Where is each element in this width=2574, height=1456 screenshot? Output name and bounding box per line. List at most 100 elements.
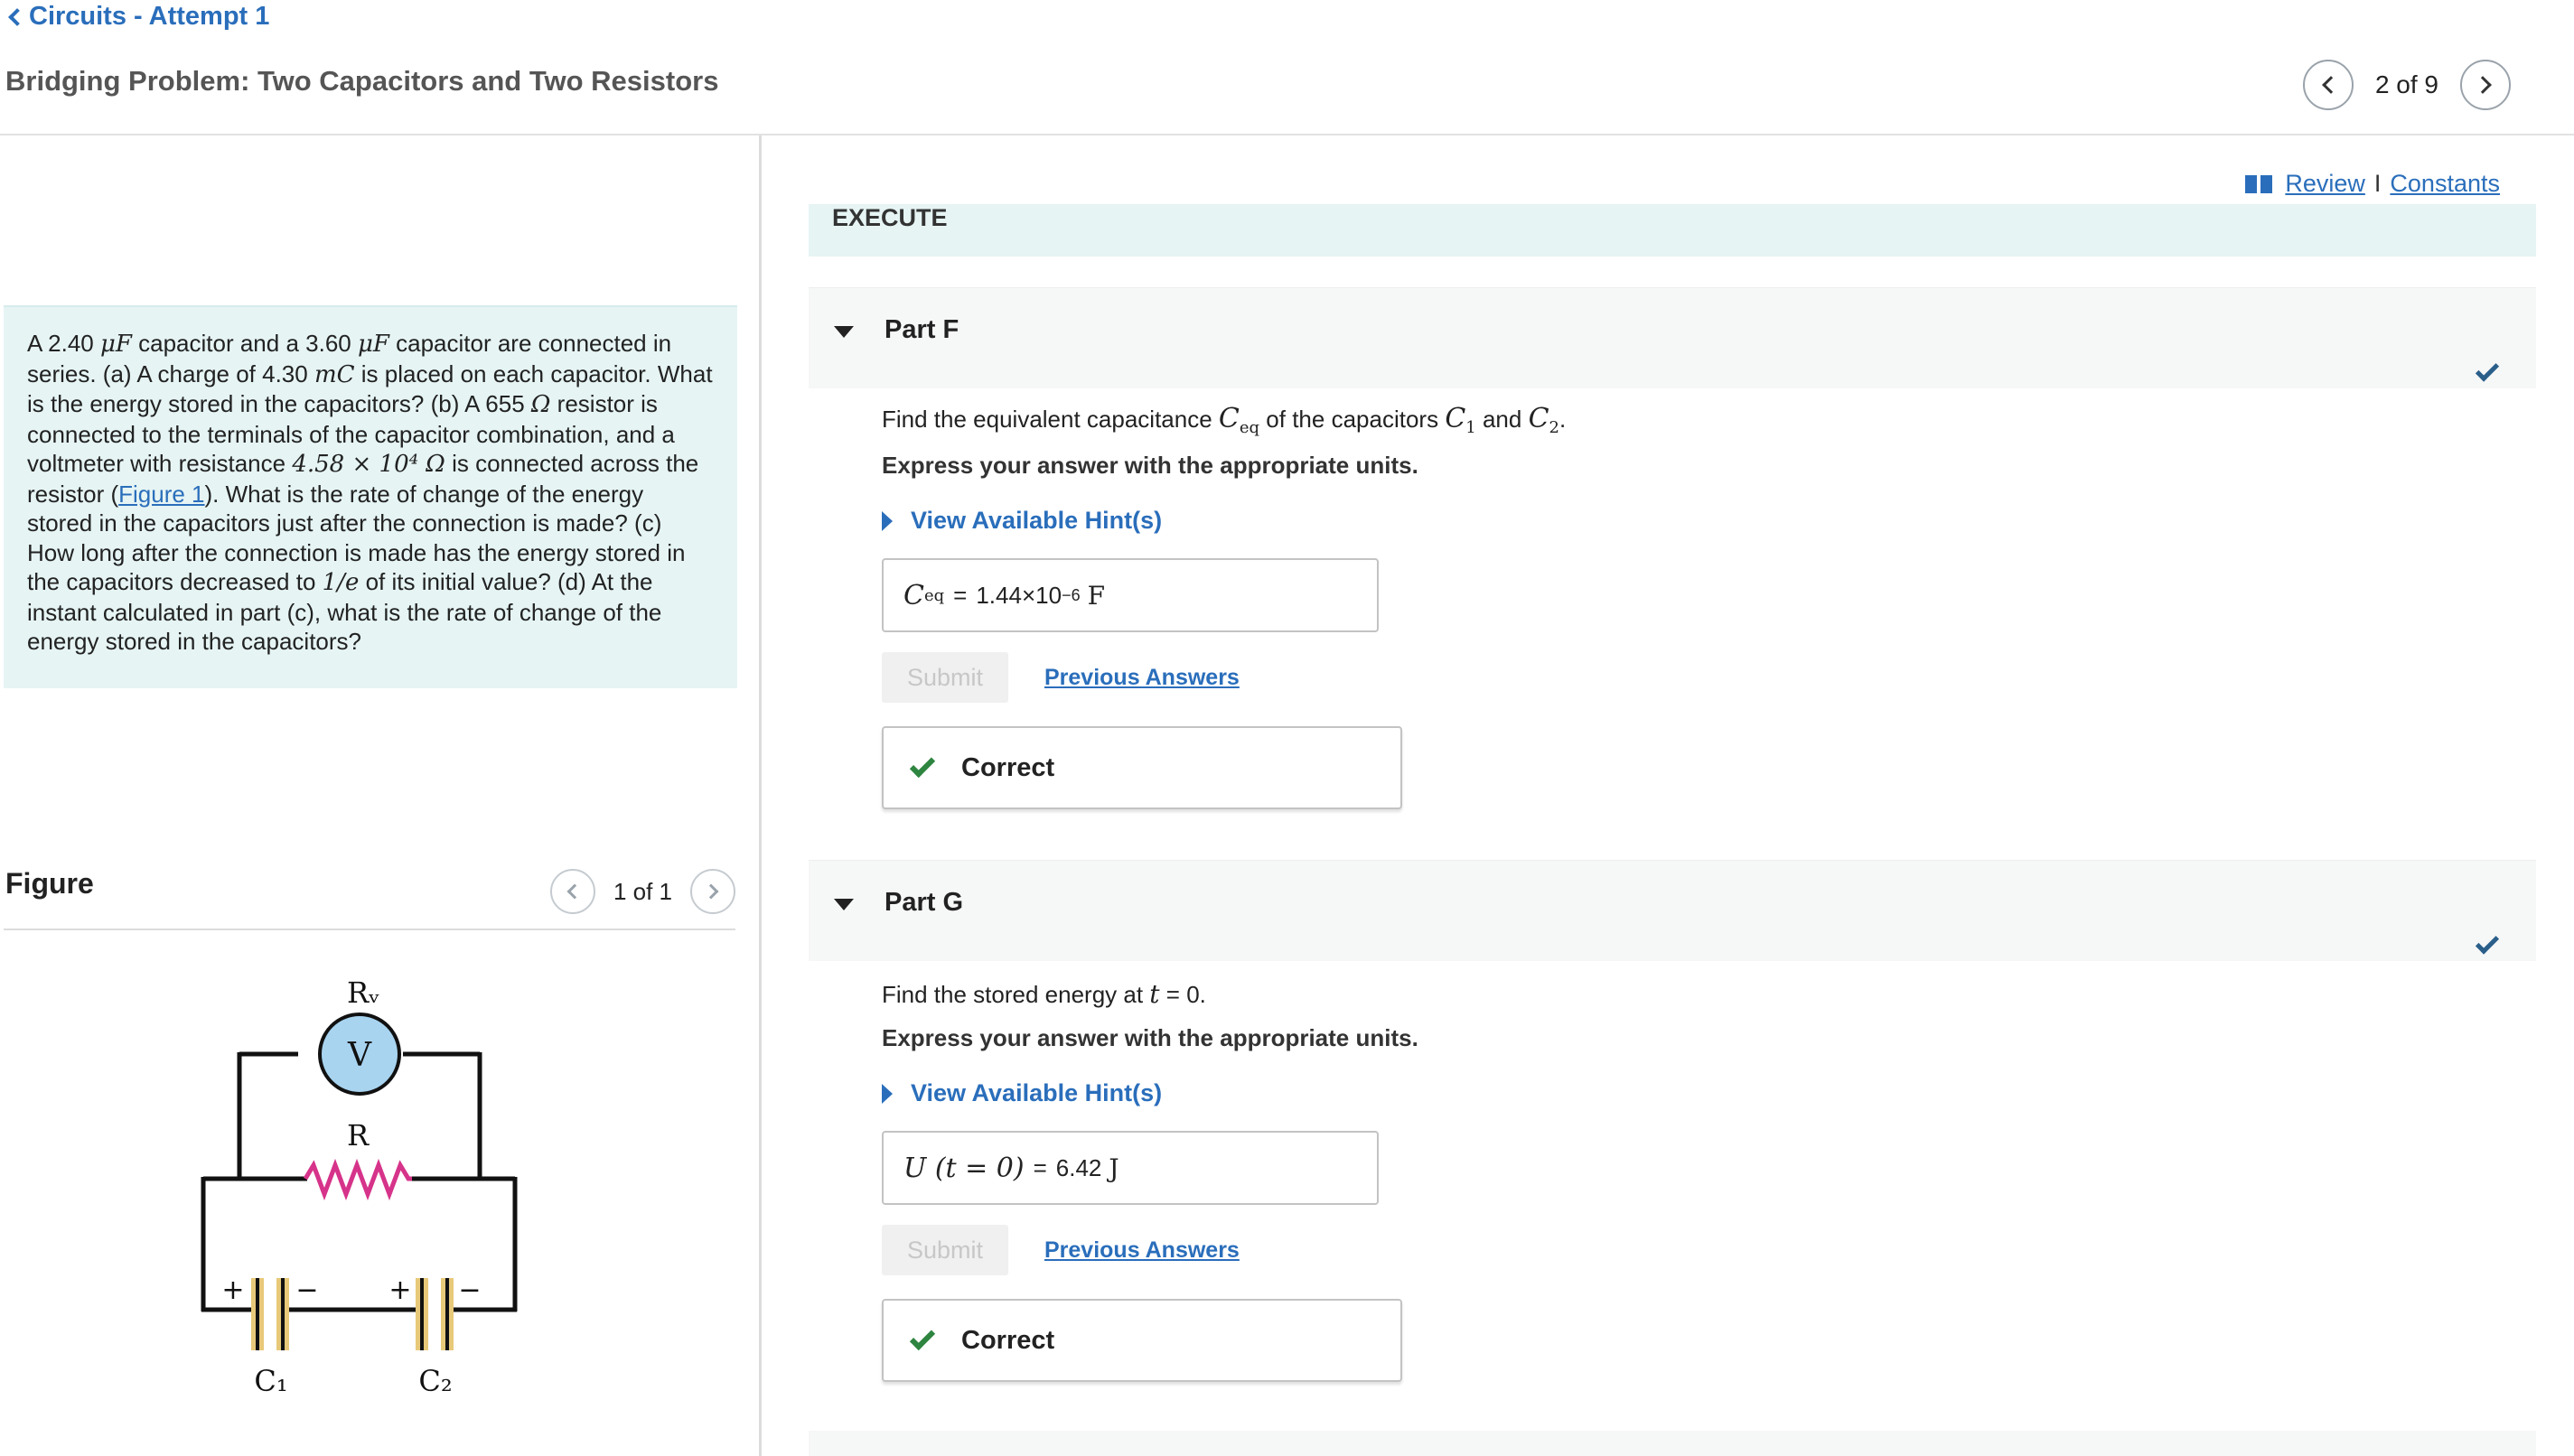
part-g-instructions: Express your answer with the appropriate… [882, 1024, 1418, 1051]
capacitor-c2 [416, 1278, 454, 1350]
answer-unit: F [1087, 580, 1106, 611]
answer-symbol: C [903, 579, 924, 611]
answer-unit: J [1109, 1153, 1119, 1183]
part-g-label: Part G [885, 888, 964, 917]
part-f-submit-button[interactable]: Submit [882, 652, 1008, 703]
question-text: Find the stored energy at [882, 981, 1150, 1008]
circuit-diagram: V Rᵥ R + − C₁ + − C₂ [201, 975, 518, 1398]
capacitor-c2-minus: − [458, 1274, 481, 1306]
question-math: t [1149, 979, 1160, 1009]
question-text: . [1558, 406, 1567, 433]
chevron-left-icon [566, 883, 583, 900]
voltmeter-label: V [347, 1037, 372, 1074]
chevron-left-icon [8, 7, 26, 26]
constants-link[interactable]: Constants [2390, 170, 2500, 198]
part-f-feedback: Correct [882, 726, 1402, 809]
execute-label: EXECUTE [832, 204, 948, 231]
figure-header: Figure 1 of 1 [4, 858, 735, 930]
problem-text: A 2.40 [27, 330, 100, 357]
completed-check-icon [2475, 930, 2500, 955]
figure-title: Figure [5, 867, 94, 900]
part-f-header[interactable]: Part F [809, 287, 2536, 388]
answer-value: 1.44×10 [976, 581, 1062, 609]
hints-label: View Available Hint(s) [911, 507, 1163, 534]
problem-text: capacitor and a 3.60 [131, 330, 358, 357]
part-f-body: Find the equivalent capacitance Ceq of t… [882, 403, 2508, 809]
part-g-question: Find the stored energy at t = 0. [882, 979, 2508, 1015]
part-f-instructions: Express your answer with the appropriate… [882, 452, 1418, 479]
capacitor-c2-plus: + [388, 1274, 411, 1306]
next-figure-button[interactable] [690, 869, 735, 914]
hints-label: View Available Hint(s) [911, 1079, 1163, 1106]
problem-pager-text: 2 of 9 [2374, 70, 2438, 98]
part-f-previous-answers-link[interactable]: Previous Answers [1044, 665, 1240, 691]
answer-exponent: −6 [1062, 585, 1081, 604]
capacitor-c1 [251, 1278, 289, 1350]
question-text: Find the equivalent capacitance [882, 406, 1219, 433]
resistor-symbol [303, 1158, 412, 1201]
question-math: C [1445, 403, 1466, 434]
question-math-sub: 1 [1465, 418, 1476, 438]
part-f-answer-field[interactable]: Ceq = 1.44×10 −6 F [882, 558, 1379, 632]
problem-math: Ω [530, 391, 551, 418]
problem-math: 4.58 × 10⁴ Ω [292, 451, 445, 478]
voltmeter-resistance-label: Rᵥ [347, 975, 379, 1010]
previous-problem-button[interactable] [2302, 60, 2354, 110]
capacitor-c1-label: C₁ [254, 1364, 287, 1398]
panel-divider[interactable] [759, 135, 762, 1456]
link-separator: I [2373, 170, 2382, 197]
part-f-actions: Submit Previous Answers [882, 652, 2508, 703]
question-text: = 0. [1159, 981, 1206, 1008]
problem-math: μF [99, 331, 132, 358]
part-g-answer-field[interactable]: U (t = 0) = 6.42 J [882, 1131, 1379, 1205]
answer-equals: = [1033, 1153, 1047, 1181]
answer-equals: = [953, 581, 968, 609]
next-problem-button[interactable] [2460, 60, 2511, 110]
question-math-sub: 2 [1549, 418, 1559, 438]
resource-links: Review I Constants [2245, 170, 2500, 198]
caret-down-icon [834, 899, 854, 910]
chevron-right-icon [2474, 76, 2492, 94]
problem-pager: 2 of 9 [2302, 60, 2511, 110]
back-link-label: Circuits - Attempt 1 [29, 2, 270, 31]
question-math-sub: eq [1239, 418, 1260, 438]
question-text: of the capacitors [1259, 406, 1446, 433]
book-icon [2245, 174, 2273, 193]
part-g-feedback: Correct [882, 1299, 1402, 1382]
problem-math: μF [357, 331, 389, 358]
part-g-header[interactable]: Part G [809, 860, 2536, 961]
caret-right-icon [882, 1083, 893, 1104]
next-part-header[interactable] [809, 1431, 2536, 1456]
part-g-previous-answers-link[interactable]: Previous Answers [1044, 1237, 1240, 1264]
previous-figure-button[interactable] [549, 869, 595, 914]
capacitor-c1-minus: − [295, 1274, 318, 1306]
feedback-text: Correct [961, 1325, 1055, 1355]
problem-math: mC [314, 360, 355, 388]
part-g-hints-toggle[interactable]: View Available Hint(s) [882, 1079, 2508, 1107]
page-title: Bridging Problem: Two Capacitors and Two… [5, 65, 719, 97]
review-link[interactable]: Review [2285, 170, 2365, 198]
check-icon [909, 751, 936, 779]
answer-symbol: U (t = 0) [903, 1152, 1025, 1184]
capacitor-c2-label: C₂ [418, 1364, 452, 1398]
question-text: and [1475, 406, 1529, 433]
caret-right-icon [882, 510, 893, 531]
part-f-question: Find the equivalent capacitance Ceq of t… [882, 403, 2508, 439]
part-f-label: Part F [885, 315, 959, 344]
check-icon [909, 1324, 936, 1351]
back-link[interactable]: Circuits - Attempt 1 [4, 2, 269, 32]
capacitor-c1-plus: + [221, 1274, 244, 1306]
part-g-submit-button[interactable]: Submit [882, 1225, 1008, 1275]
answer-value: 6.42 [1055, 1153, 1102, 1181]
figure-pager: 1 of 1 [549, 869, 735, 914]
part-g-actions: Submit Previous Answers [882, 1225, 2508, 1275]
question-math: C [1528, 403, 1549, 434]
completed-check-icon [2475, 358, 2500, 382]
caret-down-icon [834, 326, 854, 338]
figure-link[interactable]: Figure 1 [118, 481, 204, 508]
chevron-left-icon [2322, 76, 2340, 94]
part-f-hints-toggle[interactable]: View Available Hint(s) [882, 507, 2508, 535]
feedback-text: Correct [961, 752, 1055, 782]
question-math: C [1218, 403, 1240, 434]
top-bar: Circuits - Attempt 1 Bridging Problem: T… [0, 0, 2574, 135]
